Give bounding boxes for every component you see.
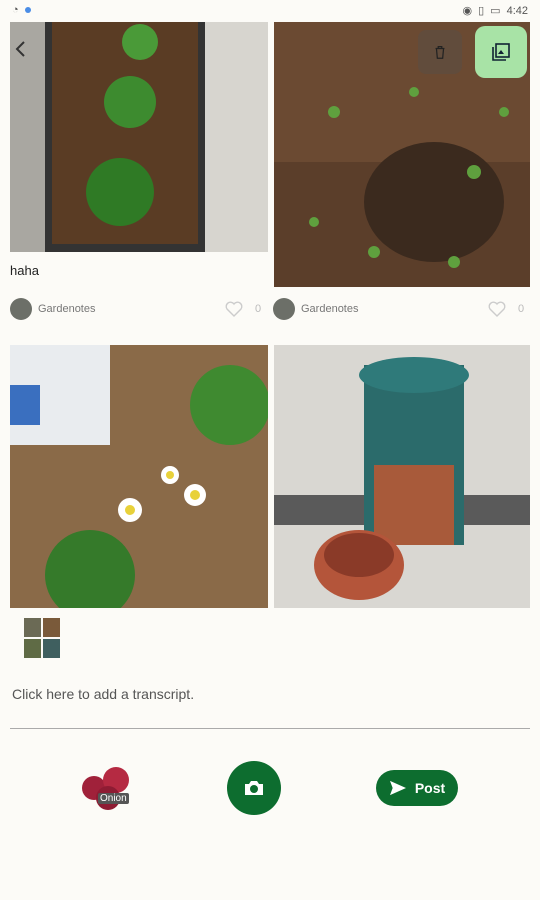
thumbnail bbox=[43, 618, 60, 637]
thumbnail bbox=[43, 639, 60, 658]
avatar bbox=[273, 298, 295, 320]
post-button[interactable]: Post bbox=[376, 770, 458, 806]
wifi-icon: ◔ bbox=[12, 4, 19, 16]
status-left: ◔ bbox=[12, 4, 31, 16]
author-name: Gardenotes bbox=[301, 303, 359, 315]
thumbnail bbox=[24, 639, 41, 658]
gallery-button[interactable] bbox=[475, 26, 527, 78]
status-bar: ◔ ◉ ▯ ▭ 4:42 bbox=[0, 0, 540, 22]
thumbnail bbox=[24, 618, 41, 637]
attachment-thumbnails[interactable] bbox=[24, 618, 60, 658]
gallery-icon bbox=[492, 43, 510, 61]
transcript-input[interactable]: Click here to add a transcript. bbox=[12, 686, 194, 702]
heart-icon[interactable] bbox=[488, 300, 506, 318]
onion-tag-button[interactable] bbox=[80, 764, 136, 812]
heart-icon[interactable] bbox=[225, 300, 243, 318]
trash-icon bbox=[435, 46, 445, 59]
status-time: 4:42 bbox=[506, 4, 528, 17]
card-1-image[interactable] bbox=[10, 22, 268, 252]
divider bbox=[10, 728, 530, 729]
card-1-caption: haha bbox=[10, 263, 39, 278]
like-count: 0 bbox=[255, 303, 262, 315]
post-label: Post bbox=[414, 780, 446, 796]
like-count: 0 bbox=[518, 303, 525, 315]
status-right: ◉ ▯ ▭ 4:42 bbox=[462, 4, 529, 18]
camera-icon bbox=[245, 781, 263, 795]
card-1-meta: Gardenotes bbox=[10, 297, 95, 321]
eye-icon: ◉ bbox=[462, 5, 473, 17]
card-2-meta: Gardenotes bbox=[273, 297, 358, 321]
avatar bbox=[10, 298, 32, 320]
camera-button[interactable] bbox=[227, 761, 281, 815]
card-4-image[interactable] bbox=[274, 345, 530, 608]
card-3-image[interactable] bbox=[10, 345, 268, 608]
author-name: Gardenotes bbox=[38, 303, 96, 315]
send-icon bbox=[389, 780, 406, 796]
notification-dot bbox=[24, 7, 31, 13]
onion-tag-label: Onion bbox=[98, 793, 129, 804]
vibrate-icon: ▯ bbox=[478, 5, 485, 17]
back-icon[interactable] bbox=[12, 40, 30, 58]
delete-button[interactable] bbox=[418, 30, 462, 74]
battery-icon: ▭ bbox=[490, 5, 501, 17]
